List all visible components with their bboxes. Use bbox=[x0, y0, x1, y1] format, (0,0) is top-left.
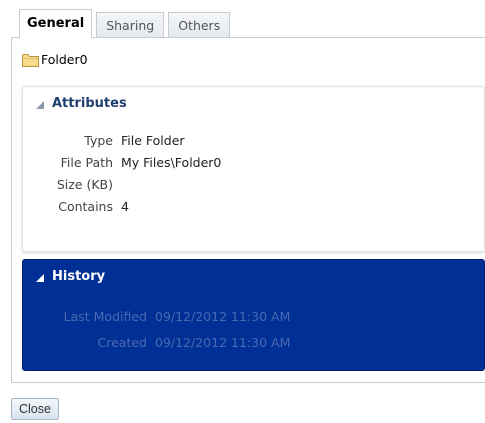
close-button[interactable]: Close bbox=[11, 398, 59, 420]
contains-label: Contains bbox=[58, 199, 113, 214]
triangle-expanded-icon[interactable] bbox=[35, 272, 45, 282]
tab-general[interactable]: General bbox=[19, 9, 93, 38]
folder-header: Folder0 bbox=[22, 52, 88, 67]
attributes-title: Attributes bbox=[52, 96, 127, 111]
tab-sharing[interactable]: Sharing bbox=[96, 12, 165, 38]
file-path-label: File Path bbox=[60, 155, 113, 170]
attributes-table: Type File Folder File Path My Files\Fold… bbox=[23, 133, 222, 215]
folder-icon bbox=[22, 53, 39, 67]
created-label: Created bbox=[97, 335, 147, 350]
history-section: History Last Modified 09/12/2012 11:30 A… bbox=[22, 259, 485, 371]
file-path-value: My Files\Folder0 bbox=[121, 155, 222, 170]
tab-bar: General Sharing Others bbox=[19, 9, 234, 38]
last-modified-value: 09/12/2012 11:30 AM bbox=[155, 309, 291, 324]
attributes-header[interactable]: Attributes bbox=[35, 96, 127, 111]
type-label: Type bbox=[84, 133, 113, 148]
size-value bbox=[121, 177, 221, 193]
type-value: File Folder bbox=[121, 133, 185, 148]
history-title: History bbox=[52, 269, 106, 284]
created-value: 09/12/2012 11:30 AM bbox=[155, 335, 291, 350]
history-table: Last Modified 09/12/2012 11:30 AM Create… bbox=[23, 309, 291, 351]
attributes-section: Attributes Type File Folder File Path My… bbox=[22, 86, 485, 252]
triangle-expanded-icon[interactable] bbox=[35, 99, 45, 109]
contains-value: 4 bbox=[121, 199, 129, 214]
history-header[interactable]: History bbox=[35, 269, 105, 284]
tab-others[interactable]: Others bbox=[168, 12, 231, 38]
size-label: Size (KB) bbox=[56, 177, 113, 192]
last-modified-label: Last Modified bbox=[63, 309, 147, 324]
folder-name: Folder0 bbox=[41, 52, 88, 67]
